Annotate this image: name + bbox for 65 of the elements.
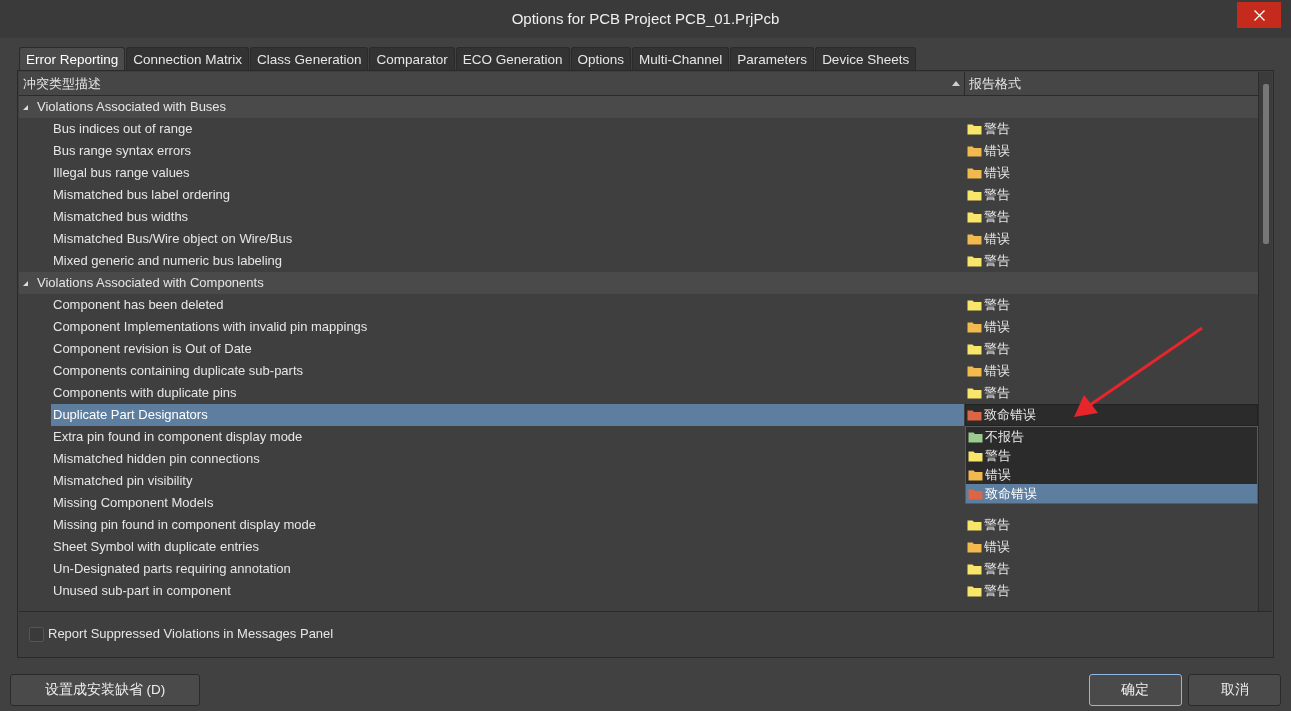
scrollbar[interactable] xyxy=(1258,72,1272,611)
column-header[interactable]: 冲突类型描述 xyxy=(23,73,101,94)
report-level: 错误 xyxy=(984,164,1010,183)
close-icon xyxy=(1253,9,1265,21)
row-label[interactable]: Missing Component Models xyxy=(51,493,218,513)
row-label[interactable]: Components with duplicate pins xyxy=(51,383,241,403)
dropdown-option[interactable]: 致命错误 xyxy=(966,484,1257,503)
dropdown-option[interactable]: 不报告 xyxy=(966,427,1257,446)
row-label[interactable]: Missing pin found in component display mode xyxy=(51,515,321,535)
tab[interactable]: Class Generation xyxy=(250,47,369,70)
tab[interactable]: Connection Matrix xyxy=(126,47,250,70)
row-label[interactable]: Bus indices out of range xyxy=(51,119,197,139)
row-label[interactable]: Illegal bus range values xyxy=(51,163,194,183)
row-label[interactable]: Un-Designated parts requiring annotation xyxy=(51,559,295,579)
row-label[interactable]: Unused sub-part in component xyxy=(51,581,235,601)
row-label[interactable]: Duplicate Part Designators xyxy=(51,404,964,426)
row-label[interactable]: Extra pin found in component display mode xyxy=(51,427,307,447)
report-level: 警告 xyxy=(984,120,1010,139)
report-level: 警告 xyxy=(984,208,1010,227)
tab[interactable]: Parameters xyxy=(730,47,815,70)
tab[interactable]: Options xyxy=(570,47,632,70)
group-label[interactable]: Violations Associated with Components xyxy=(35,273,268,293)
sort-icon xyxy=(952,81,960,86)
tab[interactable]: ECO Generation xyxy=(455,47,570,70)
row-label[interactable]: Component revision is Out of Date xyxy=(51,339,256,359)
report-level: 警告 xyxy=(984,340,1010,359)
checkbox[interactable] xyxy=(29,626,44,642)
row-label[interactable]: Bus range syntax errors xyxy=(51,141,195,161)
dropdown-option[interactable]: 警告 xyxy=(966,446,1257,465)
close-button[interactable] xyxy=(1237,2,1281,28)
row-label[interactable]: Mixed generic and numeric bus labeling xyxy=(51,251,287,271)
report-level: 警告 xyxy=(984,252,1010,271)
row-label[interactable]: Components containing duplicate sub-parts xyxy=(51,361,308,381)
report-level: 警告 xyxy=(984,582,1010,601)
row-label[interactable]: Mismatched pin visibility xyxy=(51,471,197,491)
tab[interactable]: Multi-Channel xyxy=(632,47,730,70)
report-level: 警告 xyxy=(984,560,1010,579)
report-level: 警告 xyxy=(984,384,1010,403)
report-level: 错误 xyxy=(984,142,1010,161)
report-level: 错误 xyxy=(984,230,1010,249)
checkbox-label: Report Suppressed Violations in Messages Panel xyxy=(48,625,334,644)
report-level: 错误 xyxy=(984,318,1010,337)
tab[interactable]: Comparator xyxy=(369,47,455,70)
row-label[interactable]: Component has been deleted xyxy=(51,295,228,315)
row-label[interactable]: Sheet Symbol with duplicate entries xyxy=(51,537,263,557)
row-label[interactable]: Component Implementations with invalid pin mappings xyxy=(51,317,372,337)
row-label[interactable]: Mismatched bus label ordering xyxy=(51,185,235,205)
report-level: 错误 xyxy=(984,362,1010,381)
group-label[interactable]: Violations Associated with Buses xyxy=(35,97,231,117)
dropdown-option[interactable]: 错误 xyxy=(966,465,1257,484)
dialog-button[interactable]: 确定 xyxy=(1088,674,1182,706)
report-level: 警告 xyxy=(984,186,1010,205)
dialog-button[interactable]: 设置成安装缺省 (D) xyxy=(10,674,200,706)
dialog-button[interactable]: 取消 xyxy=(1188,674,1281,706)
row-label[interactable]: Mismatched Bus/Wire object on Wire/Bus xyxy=(51,229,297,249)
report-level: 警告 xyxy=(984,296,1010,315)
window-title: Options for PCB Project PCB_01.PrjPcb xyxy=(511,8,780,29)
row-label[interactable]: Mismatched hidden pin connections xyxy=(51,449,264,469)
report-dropdown[interactable]: 致命错误 xyxy=(965,404,1258,426)
tab[interactable]: Device Sheets xyxy=(815,47,917,70)
column-header[interactable]: 报告格式 xyxy=(969,75,1021,91)
report-level: 警告 xyxy=(984,516,1010,535)
report-level: 错误 xyxy=(984,538,1010,557)
row-label[interactable]: Mismatched bus widths xyxy=(51,207,193,227)
tab[interactable]: Error Reporting xyxy=(19,47,126,70)
